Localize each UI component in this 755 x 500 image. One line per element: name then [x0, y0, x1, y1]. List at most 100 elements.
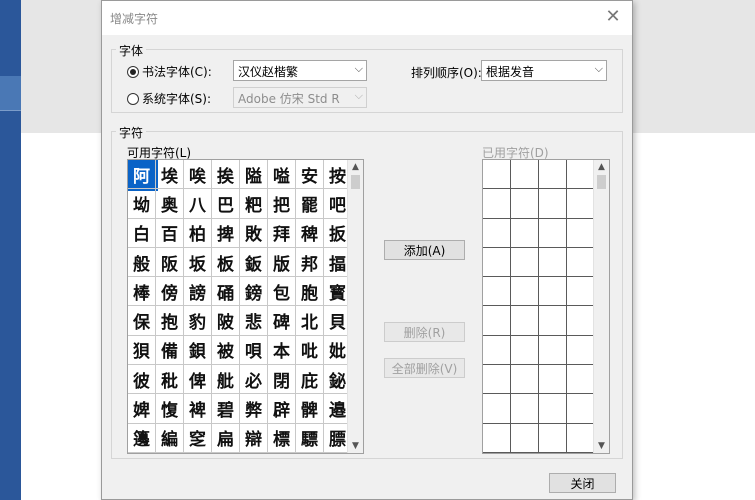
character-cell[interactable]: 庇	[296, 365, 324, 395]
character-cell[interactable]: 埃	[156, 160, 184, 190]
character-cell[interactable]: 邦	[296, 247, 324, 278]
empty-character-cell[interactable]	[567, 423, 595, 453]
app-sidebar-active-item[interactable]	[0, 76, 21, 110]
character-cell[interactable]: 八	[184, 189, 212, 219]
empty-character-cell[interactable]	[511, 218, 539, 248]
empty-character-cell[interactable]	[539, 365, 567, 395]
character-cell[interactable]: 標	[268, 423, 296, 453]
character-cell[interactable]: 挨	[212, 160, 240, 190]
character-cell[interactable]: 百	[156, 218, 184, 248]
character-cell[interactable]: 籩	[128, 423, 156, 453]
available-list-scrollbar[interactable]: ▲ ▼	[347, 160, 363, 453]
character-cell[interactable]: 婢	[128, 394, 156, 424]
available-characters-list[interactable]: 阿埃唉挨隘嗌安按坳奥八巴粑把罷吧白百柏捭敗拜稗扳般阪坂板鈑版邦揊棒傍謗硧鎊包胞寳…	[127, 159, 364, 454]
empty-character-cell[interactable]	[539, 394, 567, 424]
character-cell[interactable]: 罷	[296, 189, 324, 219]
character-cell[interactable]: 舭	[212, 365, 240, 395]
character-cell[interactable]: 陂	[212, 306, 240, 336]
close-icon[interactable]: ✕	[604, 8, 622, 26]
empty-character-cell[interactable]	[567, 218, 595, 248]
character-cell[interactable]: 版	[268, 247, 296, 278]
empty-character-cell[interactable]	[567, 394, 595, 424]
character-cell[interactable]: 碧	[212, 394, 240, 424]
empty-character-cell[interactable]	[567, 365, 595, 395]
empty-character-cell[interactable]	[567, 160, 595, 190]
character-cell[interactable]: 稗	[296, 218, 324, 248]
character-cell[interactable]: 被	[212, 335, 240, 366]
character-cell[interactable]: 硧	[212, 277, 240, 307]
calligraphy-font-radio[interactable]: 书法字体(C):	[127, 63, 212, 80]
empty-character-cell[interactable]	[483, 365, 511, 395]
character-cell[interactable]: 髀	[296, 394, 324, 424]
character-cell[interactable]: 阿	[128, 160, 158, 192]
character-cell[interactable]: 安	[296, 160, 324, 190]
character-cell[interactable]: 胞	[296, 277, 324, 307]
character-cell[interactable]: 棒	[128, 277, 156, 307]
character-cell[interactable]: 彼	[128, 365, 156, 395]
character-cell[interactable]: 鎊	[240, 277, 268, 307]
character-cell[interactable]: 必	[240, 365, 268, 395]
used-list-scrollbar[interactable]: ▲ ▼	[593, 160, 609, 453]
character-cell[interactable]: 辟	[268, 394, 296, 424]
dialog-titlebar[interactable]: 增减字符 ✕	[102, 1, 632, 35]
empty-character-cell[interactable]	[511, 247, 539, 278]
add-button[interactable]: 添加(A)	[384, 240, 465, 260]
delete-button[interactable]: 删除(R)	[384, 322, 465, 342]
empty-character-cell[interactable]	[567, 306, 595, 336]
empty-character-cell[interactable]	[511, 394, 539, 424]
character-cell[interactable]: 包	[268, 277, 296, 307]
character-cell[interactable]: 敗	[240, 218, 268, 248]
empty-character-cell[interactable]	[511, 306, 539, 336]
empty-character-cell[interactable]	[539, 277, 567, 307]
empty-character-cell[interactable]	[539, 247, 567, 278]
character-cell[interactable]: 唉	[184, 160, 212, 190]
character-cell[interactable]: 奥	[156, 189, 184, 219]
empty-character-cell[interactable]	[511, 160, 539, 190]
scroll-down-icon[interactable]: ▼	[348, 439, 363, 453]
character-cell[interactable]: 裨	[184, 394, 212, 424]
system-font-select[interactable]: Adobe 仿宋 Std R ⌵	[233, 87, 367, 108]
character-cell[interactable]: 閉	[268, 365, 296, 395]
character-cell[interactable]: 坳	[128, 189, 156, 219]
character-cell[interactable]: 抱	[156, 306, 184, 336]
character-cell[interactable]: 板	[212, 247, 240, 278]
empty-character-cell[interactable]	[539, 160, 567, 190]
empty-character-cell[interactable]	[511, 189, 539, 219]
character-cell[interactable]: 愎	[156, 394, 184, 424]
character-cell[interactable]: 悲	[240, 306, 268, 336]
empty-character-cell[interactable]	[511, 423, 539, 453]
scroll-down-icon[interactable]: ▼	[594, 439, 609, 453]
empty-character-cell[interactable]	[511, 335, 539, 366]
character-cell[interactable]: 北	[296, 306, 324, 336]
character-cell[interactable]: 弊	[240, 394, 268, 424]
empty-character-cell[interactable]	[511, 277, 539, 307]
empty-character-cell[interactable]	[539, 306, 567, 336]
empty-character-cell[interactable]	[483, 247, 511, 278]
empty-character-cell[interactable]	[567, 247, 595, 278]
empty-character-cell[interactable]	[567, 189, 595, 219]
character-cell[interactable]: 捭	[212, 218, 240, 248]
character-cell[interactable]: 把	[268, 189, 296, 219]
character-cell[interactable]: 驃	[296, 423, 324, 453]
scroll-up-icon[interactable]: ▲	[348, 160, 363, 174]
character-cell[interactable]: 保	[128, 306, 156, 336]
scrollbar-thumb[interactable]	[351, 175, 360, 189]
character-cell[interactable]: 拜	[268, 218, 296, 248]
character-cell[interactable]: 唄	[240, 335, 268, 366]
empty-character-cell[interactable]	[483, 277, 511, 307]
calligraphy-font-select[interactable]: 汉仪赵楷繁 ⌵	[233, 60, 367, 81]
system-font-radio[interactable]: 系统字体(S):	[127, 90, 211, 107]
character-cell[interactable]: 傍	[156, 277, 184, 307]
empty-character-cell[interactable]	[483, 335, 511, 366]
character-cell[interactable]: 阪	[156, 247, 184, 278]
character-cell[interactable]: 般	[128, 247, 156, 278]
empty-character-cell[interactable]	[483, 160, 511, 190]
empty-character-cell[interactable]	[539, 423, 567, 453]
character-cell[interactable]: 辯	[240, 423, 268, 453]
scrollbar-thumb[interactable]	[597, 175, 606, 189]
character-cell[interactable]: 隘	[240, 160, 268, 190]
empty-character-cell[interactable]	[483, 423, 511, 453]
used-characters-list[interactable]: ▲ ▼	[482, 159, 610, 454]
character-cell[interactable]: 窆	[184, 423, 212, 453]
character-cell[interactable]: 扁	[212, 423, 240, 453]
